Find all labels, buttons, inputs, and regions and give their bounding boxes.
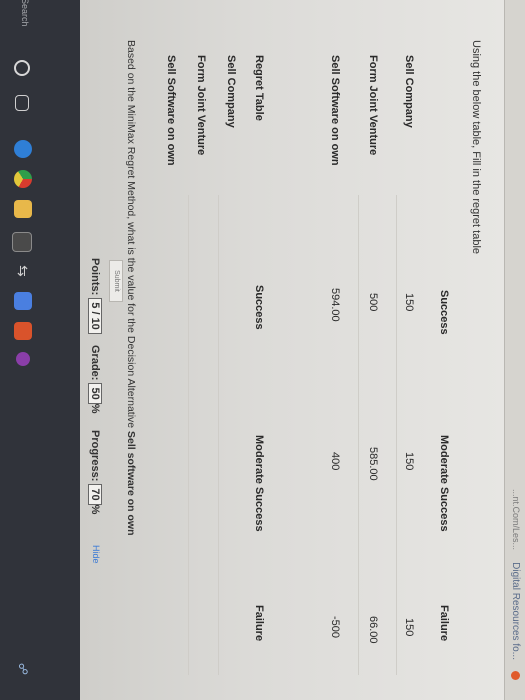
network-icon[interactable]: ☍	[14, 660, 32, 678]
table-divider	[218, 195, 219, 675]
taskbar: Search ⇆ ☍	[0, 0, 80, 700]
question-prefix: Based on the MiniMax Regret Method, what…	[125, 40, 137, 432]
taskbar-search-box[interactable]: Search	[20, 0, 30, 27]
regret-row-label: Form Joint Venture	[195, 55, 207, 156]
payoff-cell: -500	[329, 616, 341, 639]
dropbox-icon[interactable]: ⇆	[14, 262, 32, 280]
regret-header-failure: Failure	[253, 605, 265, 642]
payoff-row-label: Form Joint Venture	[367, 55, 379, 156]
payoff-cell: 400	[329, 452, 341, 471]
points-value: 5 / 10	[88, 298, 102, 334]
regret-row-label: Sell Software on own	[165, 55, 177, 166]
status-bar: Points: 5 / 10 Grade: 50% Progress: 70% Hid…	[80, 0, 110, 700]
hide-link[interactable]: Hide	[91, 545, 101, 564]
rotated-screen: ...nt.Com/Les... Digital Resources fo...…	[0, 0, 525, 700]
progress-label: Progress:	[89, 430, 101, 482]
points-label: Points:	[89, 258, 101, 296]
photos-icon[interactable]	[14, 292, 32, 310]
chrome-icon[interactable]	[14, 170, 32, 188]
cortana-icon[interactable]	[14, 60, 30, 76]
store-icon[interactable]	[12, 232, 32, 252]
table-divider	[188, 195, 189, 675]
photo-frame: ...nt.Com/Les... Digital Resources fo...…	[0, 0, 525, 700]
bookmark-icon	[511, 671, 520, 680]
grade-suffix: %	[89, 403, 101, 414]
payoff-row-label: Sell Software on own	[329, 55, 341, 166]
grade-label: Grade:	[89, 345, 101, 381]
edge-icon[interactable]	[14, 140, 32, 158]
payoff-cell: 594.00	[329, 288, 341, 322]
payoff-cell: 150	[403, 452, 415, 471]
page-content: ...nt.Com/Les... Digital Resources fo...…	[80, 0, 525, 700]
progress-value: 70	[88, 484, 102, 505]
office-icon[interactable]	[14, 322, 32, 340]
regret-table-title: Regret Table	[253, 55, 265, 121]
payoff-header-moderate: Moderate Success	[438, 435, 450, 532]
file-explorer-icon[interactable]	[14, 200, 32, 218]
breadcrumb-link[interactable]: ...nt.Com/Les...	[511, 489, 521, 550]
regret-header-success: Success	[253, 285, 265, 330]
payoff-header-failure: Failure	[438, 605, 450, 642]
payoff-cell: 66.00	[367, 616, 379, 644]
regret-header-moderate: Moderate Success	[253, 435, 265, 532]
payoff-cell: 150	[403, 293, 415, 312]
question-alternative: Sell software on own	[125, 431, 137, 536]
grade-stat: Grade: 50%	[88, 345, 102, 414]
payoff-cell: 585.00	[367, 447, 379, 481]
payoff-cell: 150	[403, 618, 415, 637]
grade-value: 50	[88, 383, 102, 404]
browser-top-strip: ...nt.Com/Les... Digital Resources fo...	[504, 0, 525, 700]
table-divider	[358, 195, 359, 675]
payoff-header-success: Success	[438, 290, 450, 335]
table-divider	[396, 195, 397, 675]
instruction-text: Using the below table, Fill in the regre…	[470, 40, 482, 255]
task-view-icon[interactable]	[15, 95, 29, 111]
payoff-row-label: Sell Company	[403, 55, 415, 128]
payoff-cell: 500	[367, 293, 379, 312]
onenote-icon[interactable]	[16, 352, 30, 366]
regret-row-label: Sell Company	[225, 55, 237, 128]
bookmark-link[interactable]: Digital Resources fo...	[510, 562, 521, 660]
progress-suffix: %	[89, 504, 101, 515]
progress-stat: Progress: 70%	[88, 430, 102, 514]
question-text: Based on the MiniMax Regret Method, what…	[125, 40, 137, 535]
points-stat: Points: 5 / 10	[88, 258, 102, 334]
submit-button[interactable]: Submit	[109, 260, 123, 302]
